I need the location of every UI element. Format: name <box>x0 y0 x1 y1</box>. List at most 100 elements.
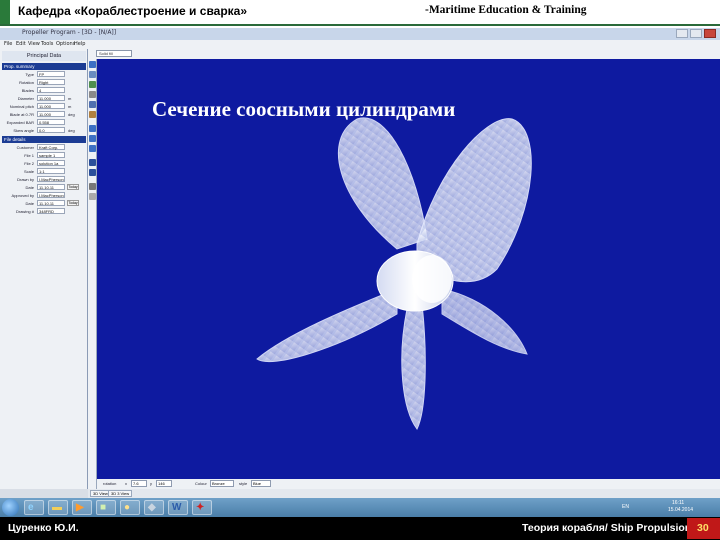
light-icon[interactable] <box>89 111 96 118</box>
param-label: File 2 <box>24 161 34 166</box>
blade-right <box>441 288 528 355</box>
shade-icon[interactable] <box>89 101 96 108</box>
panel-title: Principal Data <box>2 51 86 61</box>
param-unit: m <box>68 96 72 101</box>
param-label: Scale <box>23 169 34 174</box>
param-label: Date <box>25 201 34 206</box>
front-view-icon[interactable] <box>89 125 96 132</box>
param-value[interactable]: 4 <box>37 87 65 93</box>
page-badge: 30 <box>687 518 720 539</box>
cylinder-section-icon[interactable] <box>89 169 96 176</box>
param-value[interactable]: solution 1a <box>37 160 65 166</box>
3d-viewport[interactable]: Сечение соосными цилиндрами <box>97 59 720 479</box>
windows-taskbar: e ▬ ▶ ■ ● ◆ W ✦ EN 16:11 15.04.2014 <box>0 498 720 517</box>
param-row: Customer Kraft Corp. <box>2 144 86 151</box>
app-window-title: Propeller Program - [3D - [N/A]] <box>22 29 117 36</box>
app-titlebar: Propeller Program - [3D - [N/A]] <box>0 28 720 40</box>
today-button[interactable]: Today <box>67 184 79 190</box>
media-player-icon[interactable]: ▶ <box>72 500 92 515</box>
top-view-icon[interactable] <box>89 145 96 152</box>
menu-help[interactable]: Help <box>74 41 85 47</box>
param-value[interactable]: 0.0 <box>37 127 65 133</box>
section-icon[interactable] <box>89 159 96 166</box>
param-value[interactable]: 1:1 <box>37 168 65 174</box>
render-mode-select[interactable]: Solid fill <box>96 50 132 57</box>
group-file-details[interactable]: File details <box>2 136 86 143</box>
close-button[interactable] <box>704 29 716 38</box>
zoom-icon[interactable] <box>89 71 96 78</box>
param-value[interactable]: FP <box>37 71 65 77</box>
app-icon-3[interactable]: ◆ <box>144 500 164 515</box>
param-row: Drawn by I.MacPherson <box>2 176 86 183</box>
param-value[interactable]: 11.000 <box>37 95 65 101</box>
view-controls-bar: rotation x 7.6 y 146 Colour Bronze style… <box>97 479 720 489</box>
colour-label: Colour <box>195 481 207 486</box>
course-title: Теория корабля/ Ship Propulsion <box>522 522 692 534</box>
param-label: Type <box>25 72 34 77</box>
side-view-icon[interactable] <box>89 135 96 142</box>
start-button[interactable] <box>2 499 19 516</box>
propeller-app-window: Propeller Program - [3D - [N/A]] File Ed… <box>0 28 720 498</box>
scroll-icon[interactable] <box>89 193 96 200</box>
wireframe-icon[interactable] <box>89 91 96 98</box>
menu-file[interactable]: File <box>4 41 12 47</box>
param-label: Customer <box>16 145 34 150</box>
param-row: Expanded BAR 0.558 <box>2 119 86 126</box>
tab-3d-3-view[interactable]: 3D 3 View <box>108 490 133 497</box>
param-label: Nominal pitch <box>9 104 34 109</box>
language-indicator[interactable]: EN <box>622 504 629 510</box>
maximize-button[interactable] <box>690 29 702 38</box>
folder-icon[interactable]: ▬ <box>48 500 68 515</box>
param-value[interactable]: 11.10.11 <box>37 184 65 190</box>
param-label: Skew angle <box>13 128 34 133</box>
vertical-toolbar <box>88 59 97 489</box>
colour-select[interactable]: Bronze <box>210 480 234 487</box>
param-value[interactable]: 348FRD <box>37 208 65 214</box>
menu-tools[interactable]: Tools <box>41 41 53 47</box>
param-row: Type FP <box>2 71 86 78</box>
param-value[interactable]: Kraft Corp. <box>37 144 65 150</box>
param-value[interactable]: 0.558 <box>37 119 65 125</box>
param-label: Blade at 0.7R <box>9 112 34 117</box>
style-select[interactable]: Blue <box>251 480 271 487</box>
param-row: Diameter 11.000 m <box>2 95 86 102</box>
app-icon-1[interactable]: ■ <box>96 500 116 515</box>
param-value[interactable]: I.MacPherson <box>37 176 65 182</box>
param-value[interactable]: sample 1 <box>37 152 65 158</box>
x-rotation-input[interactable]: 7.6 <box>131 480 147 487</box>
param-row: File 2 solution 1a <box>2 160 86 167</box>
param-label: Approved by <box>11 193 34 198</box>
ie-icon[interactable]: e <box>24 500 44 515</box>
menu-view[interactable]: View <box>28 41 40 47</box>
header-accent-bar <box>0 0 10 24</box>
system-tray: EN 16:11 15.04.2014 <box>622 499 712 516</box>
menu-options[interactable]: Options <box>56 41 75 47</box>
param-row: Nominal pitch 11.000 m <box>2 103 86 110</box>
pan-icon[interactable] <box>89 81 96 88</box>
author-name: Цуренко Ю.И. <box>8 522 79 534</box>
param-value[interactable]: Right <box>37 79 65 85</box>
group-prop-summary[interactable]: Prop. summary <box>2 63 86 70</box>
param-value[interactable]: 11.10.11 <box>37 200 65 206</box>
param-row: File 1 sample 1 <box>2 152 86 159</box>
department-title: Кафедра «Кораблестроение и сварка» <box>18 4 248 18</box>
minimize-button[interactable] <box>676 29 688 38</box>
blade-lower <box>401 303 426 430</box>
app-icon-2[interactable]: ● <box>120 500 140 515</box>
param-value[interactable]: I.MacPherson <box>37 192 65 198</box>
clock-date: 15.04.2014 <box>668 507 694 513</box>
param-row: Rotation Right <box>2 79 86 86</box>
y-rotation-input[interactable]: 146 <box>156 480 172 487</box>
pdf-icon[interactable]: ✦ <box>192 500 212 515</box>
rotation-label: rotation <box>103 481 117 486</box>
print-icon[interactable] <box>89 183 96 190</box>
page-number: 30 <box>697 522 709 534</box>
word-icon[interactable]: W <box>168 500 188 515</box>
param-value[interactable]: 11.000 <box>37 103 65 109</box>
menu-edit[interactable]: Edit <box>16 41 26 47</box>
param-unit: m <box>68 104 72 109</box>
rotate-icon[interactable] <box>89 61 96 68</box>
y-label: y <box>150 481 152 486</box>
param-value[interactable]: 11.000 <box>37 111 65 117</box>
today-button[interactable]: Today <box>67 200 79 206</box>
